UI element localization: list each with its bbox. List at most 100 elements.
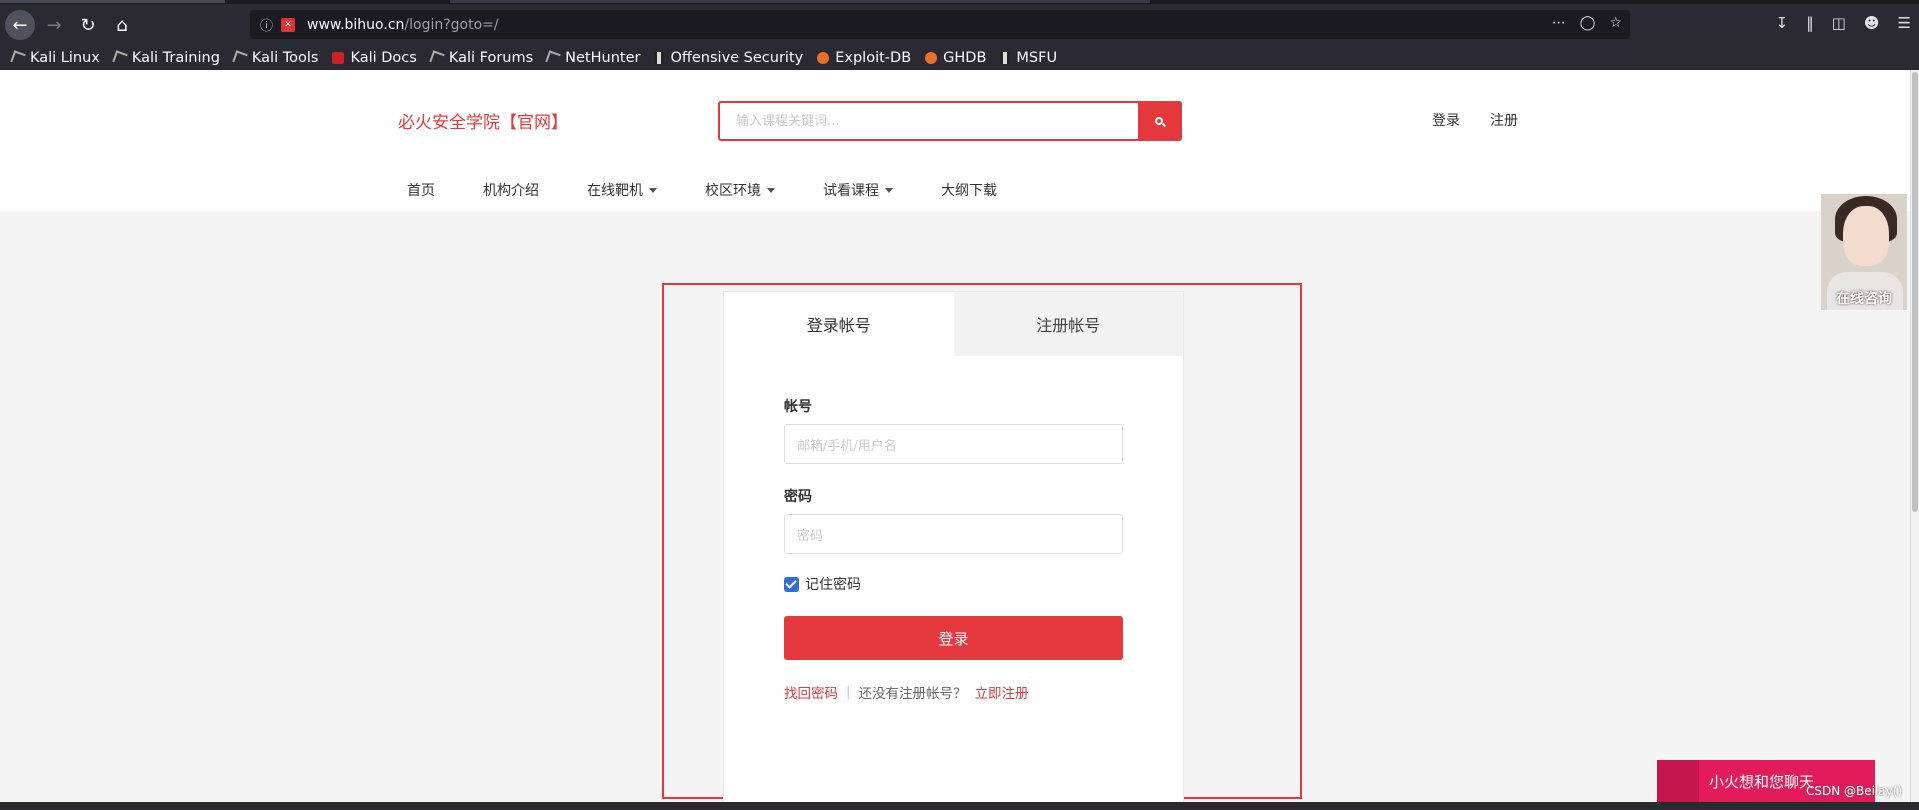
home-icon[interactable]: ⌂ bbox=[107, 10, 137, 40]
bookmark-label: Kali Linux bbox=[30, 50, 100, 66]
kali-docs-icon bbox=[332, 52, 345, 64]
bookmark-kali-tools[interactable]: Kali Tools bbox=[232, 50, 318, 66]
url-host: www.bihuo.cn bbox=[307, 16, 405, 33]
login-footer-links: 找回密码 | 还没有注册帐号？ 立即注册 bbox=[784, 682, 1123, 702]
site-info-icon[interactable]: ⓘ bbox=[260, 15, 273, 34]
bookmark-kali-docs[interactable]: Kali Docs bbox=[332, 50, 417, 66]
online-consult-widget[interactable]: 在线咨询 bbox=[1821, 194, 1907, 310]
login-tabs: 登录帐号 注册帐号 bbox=[724, 292, 1183, 356]
consult-label: 在线咨询 bbox=[1836, 291, 1892, 307]
header-login-link[interactable]: 登录 bbox=[1432, 110, 1460, 130]
header-register-link[interactable]: 注册 bbox=[1490, 110, 1518, 130]
downloads-icon[interactable]: ↧ bbox=[1776, 14, 1789, 32]
password-input[interactable]: 密码 bbox=[784, 514, 1123, 554]
register-now-link[interactable]: 立即注册 bbox=[975, 682, 1029, 702]
status-bar bbox=[0, 802, 1919, 810]
nav-campus[interactable]: 校区环境 bbox=[705, 180, 775, 200]
login-card: 登录帐号 注册帐号 帐号 邮箱/手机/用户名 密码 密码 记住密码 登录 找回密… bbox=[723, 291, 1184, 802]
caret-down-icon bbox=[885, 187, 893, 193]
bookmarks-bar: Kali Linux Kali Training Kali Tools Kali… bbox=[0, 46, 1919, 70]
bookmark-kali-training[interactable]: Kali Training bbox=[112, 50, 220, 66]
nav-label: 试看课程 bbox=[823, 183, 879, 199]
kali-icon bbox=[429, 50, 445, 66]
search-box bbox=[718, 101, 1182, 141]
bookmark-ghdb[interactable]: GHDB bbox=[925, 50, 986, 66]
scrollbar-thumb[interactable] bbox=[1912, 72, 1918, 512]
tab-login[interactable]: 登录帐号 bbox=[724, 292, 954, 356]
library-icon[interactable]: ‖ bbox=[1806, 14, 1814, 32]
url-path: /login?goto=/ bbox=[404, 16, 499, 33]
account-icon[interactable]: ☻ bbox=[1864, 14, 1880, 32]
search-icon bbox=[1155, 117, 1163, 125]
no-account-text: 还没有注册帐号？ bbox=[858, 686, 967, 702]
bookmark-label: Kali Docs bbox=[350, 50, 417, 66]
site-logo[interactable]: 必火安全学院【官网】 bbox=[398, 108, 568, 133]
search-input[interactable] bbox=[720, 103, 1138, 139]
link-separator: | bbox=[846, 684, 851, 700]
exploitdb-icon bbox=[925, 52, 938, 64]
page-viewport: 必火安全学院【官网】 登录 注册 首页 机构介绍 在线靶机 校区环境 试看课程 … bbox=[0, 70, 1910, 802]
chat-label: 小火想和您聊天 bbox=[1709, 772, 1815, 791]
remember-password: 记住密码 bbox=[784, 574, 1123, 594]
active-tab-indicator[interactable] bbox=[0, 0, 225, 3]
bookmark-msfu[interactable]: MSFU bbox=[1000, 50, 1057, 66]
offsec-icon bbox=[654, 52, 665, 64]
bookmark-exploit-db[interactable]: Exploit-DB bbox=[817, 50, 911, 66]
address-bar[interactable]: ⓘ ✕ www.bihuo.cn/login?goto=/ ⋯ ◯ ☆ bbox=[250, 10, 1630, 39]
remember-label[interactable]: 记住密码 bbox=[805, 574, 861, 594]
kali-icon bbox=[10, 50, 26, 66]
nav-syllabus-download[interactable]: 大纲下载 bbox=[941, 180, 997, 200]
nav-label: 机构介绍 bbox=[483, 183, 539, 199]
sidebar-icon[interactable]: ◫ bbox=[1832, 14, 1846, 32]
tab-register[interactable]: 注册帐号 bbox=[953, 292, 1183, 356]
password-label: 密码 bbox=[784, 489, 812, 505]
avatar bbox=[1843, 206, 1889, 266]
bookmark-label: NetHunter bbox=[565, 50, 641, 66]
chat-icon bbox=[1657, 760, 1699, 802]
bookmark-label: Kali Training bbox=[131, 50, 220, 66]
caret-down-icon bbox=[767, 187, 775, 193]
remember-checkbox[interactable] bbox=[784, 576, 799, 592]
login-button[interactable]: 登录 bbox=[784, 616, 1123, 660]
bookmark-label: GHDB bbox=[943, 50, 987, 66]
kali-icon bbox=[112, 50, 128, 66]
nav-about[interactable]: 机构介绍 bbox=[483, 180, 539, 200]
nav-trial-courses[interactable]: 试看课程 bbox=[823, 180, 893, 200]
bookmark-label: Offensive Security bbox=[670, 50, 804, 66]
reload-icon[interactable]: ↻ bbox=[73, 10, 103, 40]
bookmark-kali-linux[interactable]: Kali Linux bbox=[10, 50, 100, 66]
url-text[interactable]: www.bihuo.cn/login?goto=/ bbox=[307, 17, 499, 33]
bookmark-label: Exploit-DB bbox=[835, 50, 912, 66]
login-form: 帐号 邮箱/手机/用户名 密码 密码 记住密码 登录 找回密码 | 还没有注册帐… bbox=[724, 356, 1183, 702]
site-header: 必火安全学院【官网】 登录 注册 首页 机构介绍 在线靶机 校区环境 试看课程 … bbox=[0, 70, 1910, 211]
bookmark-star-icon[interactable]: ☆ bbox=[1609, 15, 1622, 31]
back-arrow-icon[interactable]: ← bbox=[5, 10, 35, 40]
header-links: 登录 注册 bbox=[1432, 110, 1518, 130]
search-button[interactable] bbox=[1138, 103, 1180, 139]
nethunter-icon bbox=[545, 50, 561, 66]
kali-icon bbox=[232, 50, 248, 66]
page-actions-icon[interactable]: ⋯ bbox=[1552, 15, 1566, 31]
page-scrollbar[interactable] bbox=[1910, 70, 1919, 802]
bookmark-offensive-security[interactable]: Offensive Security bbox=[654, 50, 803, 66]
nav-label: 校区环境 bbox=[705, 183, 761, 199]
exploitdb-icon bbox=[817, 52, 830, 64]
forward-arrow-icon[interactable]: → bbox=[39, 10, 69, 40]
forgot-password-link[interactable]: 找回密码 bbox=[784, 682, 838, 702]
bookmark-label: MSFU bbox=[1016, 50, 1058, 66]
main-nav: 首页 机构介绍 在线靶机 校区环境 试看课程 大纲下载 bbox=[407, 180, 1045, 200]
nav-label: 在线靶机 bbox=[587, 183, 643, 199]
bookmark-label: Kali Forums bbox=[448, 50, 534, 66]
offsec-icon bbox=[1000, 52, 1011, 64]
inactive-tab-indicator[interactable] bbox=[450, 0, 1150, 3]
nav-label: 大纲下载 bbox=[941, 183, 997, 199]
nav-home[interactable]: 首页 bbox=[407, 180, 435, 200]
bookmark-kali-forums[interactable]: Kali Forums bbox=[429, 50, 534, 66]
insecure-lock-icon[interactable]: ✕ bbox=[281, 17, 296, 32]
browser-toolbar: ← → ↻ ⌂ ⓘ ✕ www.bihuo.cn/login?goto=/ ⋯ … bbox=[0, 4, 1919, 46]
pocket-icon[interactable]: ◯ bbox=[1580, 15, 1596, 31]
menu-icon[interactable]: ☰ bbox=[1898, 14, 1911, 32]
account-input[interactable]: 邮箱/手机/用户名 bbox=[784, 424, 1123, 464]
bookmark-nethunter[interactable]: NetHunter bbox=[545, 50, 641, 66]
nav-online-labs[interactable]: 在线靶机 bbox=[587, 180, 657, 200]
